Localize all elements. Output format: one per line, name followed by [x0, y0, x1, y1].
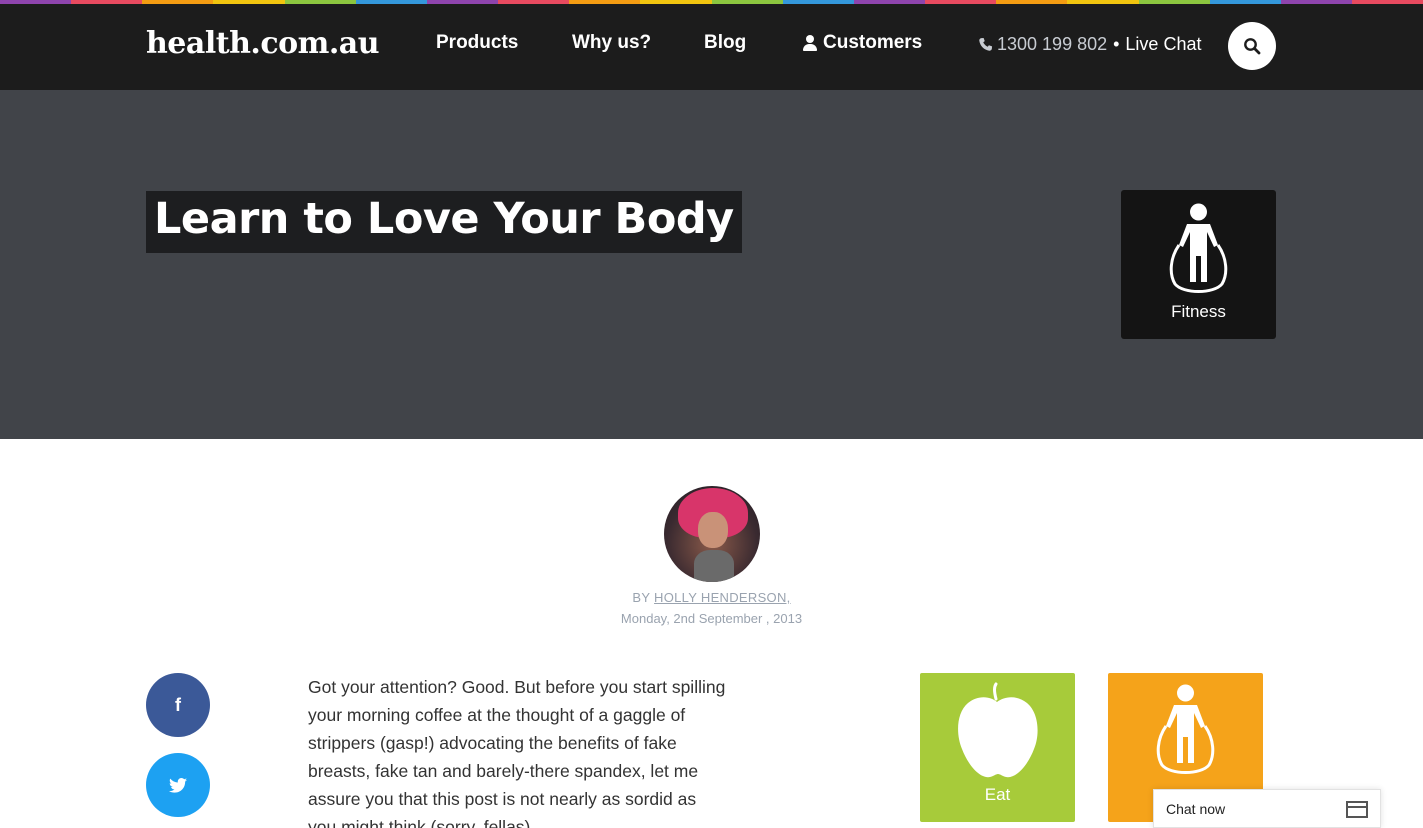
apple-icon	[958, 682, 1038, 778]
author-block: BY HOLLY HENDERSON, Monday, 2nd Septembe…	[0, 486, 1423, 626]
jump-rope-icon	[1169, 203, 1228, 293]
category-label: Fitness	[1171, 302, 1226, 321]
site-logo[interactable]: health.com.au	[146, 26, 380, 61]
facebook-share-button[interactable]: f	[146, 673, 210, 737]
user-icon	[803, 35, 817, 51]
article-body: Got your attention? Good. But before you…	[308, 677, 726, 828]
twitter-share-button[interactable]	[146, 753, 210, 817]
page-title-box: Learn to Love Your Body	[146, 191, 742, 253]
byline: BY HOLLY HENDERSON,	[0, 590, 1423, 605]
tile-eat-label: Eat	[984, 785, 1011, 804]
tile-eat[interactable]: Eat	[920, 673, 1075, 822]
author-avatar[interactable]	[663, 486, 760, 582]
hero-banner: Learn to Love Your Body Fitness	[0, 90, 1423, 439]
top-navigation: health.com.au Products Why us? Blog Cust…	[0, 4, 1423, 90]
category-badge-fitness[interactable]: Fitness	[1121, 190, 1276, 339]
phone-icon	[979, 37, 993, 51]
avatar-face	[697, 512, 728, 548]
nav-blog-label: Blog	[704, 32, 747, 53]
avatar-body	[693, 550, 734, 582]
search-button[interactable]	[1228, 22, 1276, 70]
contact-info: 1300 199 802 • Live Chat	[978, 34, 1201, 55]
nav-blog[interactable]: Blog	[704, 32, 746, 54]
phone-number[interactable]: 1300 199 802	[997, 34, 1107, 55]
byline-prefix: BY	[632, 590, 651, 605]
window-icon[interactable]	[1346, 801, 1368, 818]
nav-why-us-label: Why us?	[572, 32, 652, 53]
post-date: Monday, 2nd September , 2013	[620, 611, 803, 626]
facebook-icon: f	[175, 694, 181, 715]
jump-rope-icon	[1156, 684, 1215, 774]
nav-products-label: Products	[436, 32, 519, 53]
page-title: Learn to Love Your Body	[154, 194, 734, 244]
search-icon	[1244, 38, 1261, 55]
nav-products[interactable]: Products	[436, 32, 518, 54]
chat-now-widget[interactable]: Chat now	[1153, 789, 1381, 828]
twitter-bird-icon	[169, 777, 187, 793]
nav-why-us[interactable]: Why us?	[572, 32, 651, 54]
nav-customers[interactable]: Customers	[803, 32, 922, 54]
nav-customers-label: Customers	[823, 32, 923, 53]
live-chat-link[interactable]: Live Chat	[1125, 34, 1201, 55]
separator-dot: •	[1113, 34, 1120, 54]
chat-now-label: Chat now	[1166, 800, 1226, 817]
author-name-link[interactable]: HOLLY HENDERSON,	[654, 590, 791, 605]
